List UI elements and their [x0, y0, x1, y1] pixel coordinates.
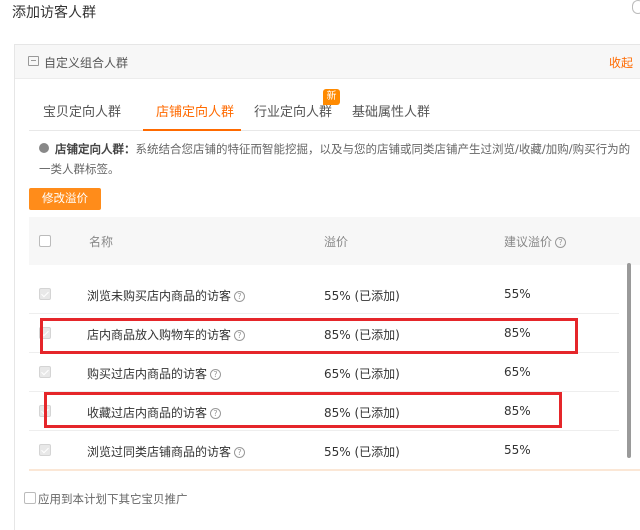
red-highlight-box [40, 318, 578, 354]
row-name-label: 购买过店内商品的访客 [87, 367, 208, 381]
row-name: 浏览过同类店铺商品的访客? [87, 443, 246, 460]
active-tab-underline [143, 129, 241, 131]
row-checkbox[interactable] [39, 444, 51, 456]
scrollbar[interactable] [627, 263, 631, 458]
help-icon[interactable]: ? [234, 291, 246, 302]
info-description: 店铺定向人群：系统结合您店铺的特征而智能挖掘，以及与您的店铺或同类店铺产生过浏览… [39, 139, 639, 179]
table-row: 购买过店内商品的访客? 65% (已添加) 65% [29, 353, 619, 392]
custom-group-icon [28, 56, 39, 66]
red-highlight-box [44, 392, 562, 428]
modify-premium-button[interactable]: 修改溢价 [29, 188, 101, 210]
row-checkbox[interactable] [39, 366, 51, 378]
row-premium: 65% (已添加) [324, 367, 400, 381]
row-suggested: 55% [504, 287, 531, 301]
row-suggested: 55% [504, 443, 531, 457]
tab-industry-audience[interactable]: 行业定向人群 [254, 101, 332, 120]
table-row: 浏览未购买店内商品的访客? 55% (已添加) 55% [29, 275, 619, 314]
custom-group-panel: 自定义组合人群 收起 宝贝定向人群 店铺定向人群 行业定向人群 新 基础属性人群… [14, 44, 640, 530]
panel-header: 自定义组合人群 收起 [15, 45, 640, 79]
dialog-title: 添加访客人群 [12, 5, 96, 21]
row-name: 购买过店内商品的访客? [87, 365, 222, 382]
header-name: 名称 [89, 235, 114, 249]
panel-title: 自定义组合人群 [44, 56, 129, 70]
header-suggested-label: 建议溢价 [504, 235, 553, 249]
help-icon[interactable]: ? [210, 369, 222, 380]
select-all-checkbox[interactable] [39, 235, 51, 247]
header-suggested: 建议溢价? [504, 233, 567, 250]
header-premium: 溢价 [324, 235, 349, 249]
row-checkbox[interactable] [39, 288, 51, 300]
tab-store-audience[interactable]: 店铺定向人群 [156, 101, 234, 120]
row-name-label: 浏览未购买店内商品的访客 [87, 289, 232, 303]
tab-bar: 宝贝定向人群 店铺定向人群 行业定向人群 新 基础属性人群 [29, 89, 640, 131]
tab-item-audience[interactable]: 宝贝定向人群 [43, 101, 121, 120]
apply-to-other-items-checkbox[interactable] [24, 492, 36, 504]
table-header: 名称 溢价 建议溢价? [29, 217, 640, 265]
help-icon[interactable]: ? [234, 447, 246, 458]
info-title: 店铺定向人群： [55, 142, 136, 156]
row-suggested: 65% [504, 365, 531, 379]
row-premium: 55% (已添加) [324, 445, 400, 459]
row-name: 浏览未购买店内商品的访客? [87, 287, 246, 304]
row-name-label: 浏览过同类店铺商品的访客 [87, 445, 232, 459]
close-icon[interactable] [632, 0, 640, 14]
table-row: 浏览过同类店铺商品的访客? 55% (已添加) 55% [29, 431, 619, 470]
help-icon[interactable]: ? [555, 237, 567, 248]
new-badge: 新 [323, 89, 340, 105]
apply-to-other-items-label: 应用到本计划下其它宝贝推广 [38, 492, 188, 506]
tab-basic-attributes[interactable]: 基础属性人群 [352, 101, 430, 120]
table-scroll-bottom-edge [29, 469, 640, 471]
collapse-link[interactable]: 收起 [609, 54, 633, 71]
row-premium: 55% (已添加) [324, 289, 400, 303]
